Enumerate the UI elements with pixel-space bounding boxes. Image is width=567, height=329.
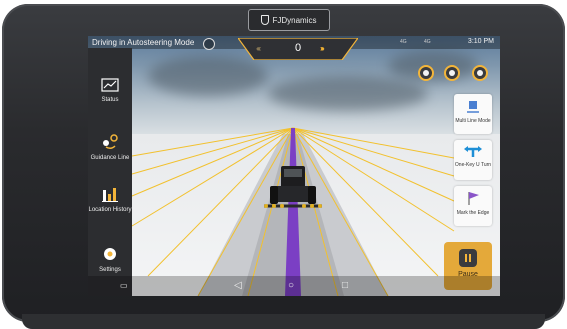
sidebar-item-label: Location History [88,207,132,213]
sidebar-item-status[interactable]: Status [88,78,132,104]
sidebar-item-label: Settings [99,267,121,273]
brand-shield-icon [261,15,270,25]
clock: 3:10 PM [467,38,494,45]
u-turn-icon [464,146,482,157]
bar-chart-icon [102,188,118,202]
pause-icon [459,249,477,267]
one-key-u-turn-button[interactable]: One-Key U Turn [454,140,492,180]
pin-route-icon [103,134,118,150]
card-label: One-Key U Turn [454,162,492,168]
signal-icon: 4G [400,39,407,45]
layers-icon [423,70,429,76]
multi-line-icon [467,101,479,113]
target-icon [477,70,483,76]
steering-indicator: ‹‹‹‹‹ 0 ›››› [238,38,358,60]
gear-icon [104,248,116,260]
sidebar-item-label: Guidance Line [90,155,130,161]
mode-text: Driving in Autosteering Mode [92,38,195,47]
target-button[interactable] [472,65,488,81]
sidebar: Status Guidance Line Location History Se… [88,48,132,296]
brightness-icon [449,70,455,76]
sidebar-item-location-history[interactable]: Location History [88,186,132,214]
back-icon[interactable]: ◁ [234,280,242,291]
layers-button[interactable] [418,65,434,81]
mark-the-edge-button[interactable]: Mark the Edge [454,186,492,226]
card-label: Mark the Edge [456,210,490,216]
sidebar-item-settings[interactable]: Settings [88,246,132,274]
guidance-view [131,127,455,296]
chevron-right-icon: ›››› [320,44,324,53]
sidebar-item-guidance-line[interactable]: Guidance Line [88,134,132,162]
brand-name: FJDynamics [272,15,317,25]
device-bezel-bottom [22,314,545,329]
card-label: Multi Line Mode [455,118,491,124]
multi-line-mode-button[interactable]: Multi Line Mode [454,94,492,134]
sidebar-item-label: Status [101,97,119,103]
device: FJDynamics Driving in Autosteering Mode … [0,0,567,329]
chart-icon [101,78,119,92]
screenshot-icon[interactable]: ▭ [120,281,128,290]
recents-icon[interactable]: □ [342,280,348,291]
chevron-left-icon: ‹‹‹‹‹ [256,44,262,53]
brightness-button[interactable] [444,65,460,81]
brand-logo: FJDynamics [248,9,330,31]
signal-icon-2: 4G [424,39,431,45]
mode-toggle-button[interactable] [203,38,215,50]
flag-icon [468,192,479,205]
steering-value: 0 [294,42,302,54]
screen: Driving in Autosteering Mode 4G 4G 3:10 … [88,36,500,296]
android-nav-bar: ▭ ◁ ○ □ [88,276,500,296]
home-icon[interactable]: ○ [288,280,294,291]
